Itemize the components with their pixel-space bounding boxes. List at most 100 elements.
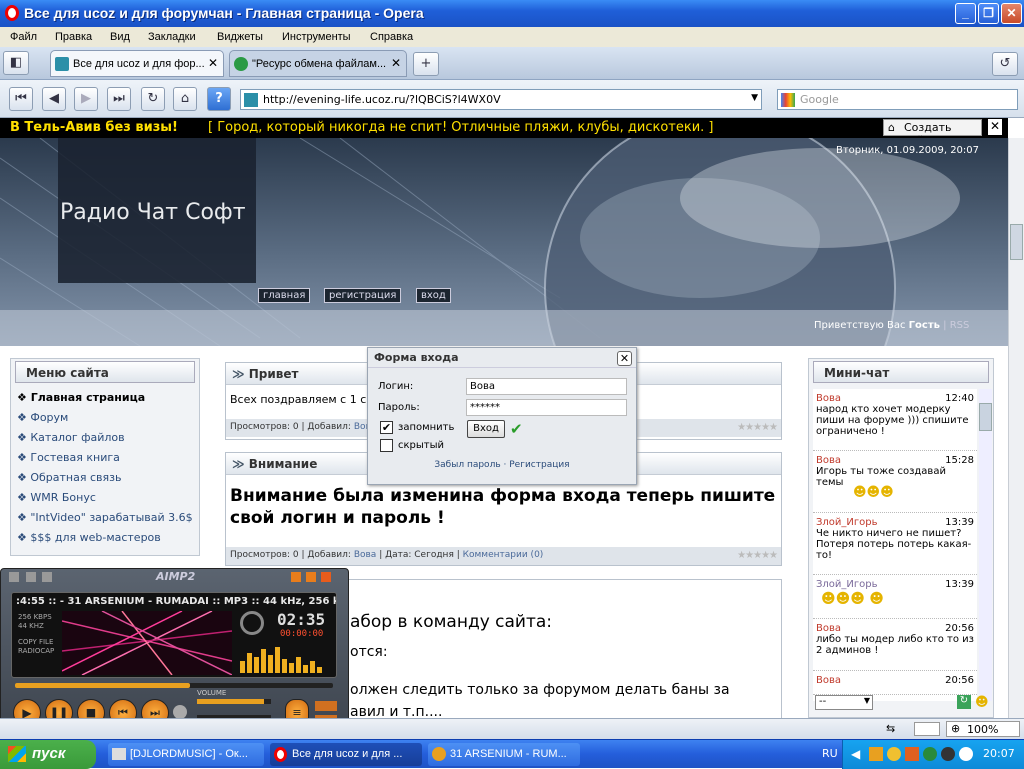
sidebar-item-files[interactable]: ❖ Каталог файлов <box>17 431 199 451</box>
stop-icon[interactable]: ■ <box>77 699 105 718</box>
forgot-password-link[interactable]: Забыл пароль <box>434 460 500 470</box>
close-icon[interactable]: ✕ <box>988 119 1002 135</box>
chevron-down-icon[interactable]: ▼ <box>751 93 758 103</box>
scroll-thumb[interactable] <box>979 403 992 431</box>
tab-close-icon[interactable]: ✕ <box>391 56 401 70</box>
tray-app-icon[interactable] <box>941 747 955 761</box>
password-input[interactable]: ****** <box>466 399 627 416</box>
playlist-icon[interactable]: ≡ <box>285 699 309 718</box>
eq-icon[interactable] <box>42 572 52 582</box>
maximize-icon[interactable] <box>306 572 316 582</box>
tray-app-icon[interactable] <box>959 747 973 761</box>
eject-icon[interactable] <box>173 705 187 718</box>
tray-app-icon[interactable] <box>905 747 919 761</box>
forward-icon[interactable]: ▶ <box>74 87 98 111</box>
ad-text[interactable]: [ Город, который никогда не спит! Отличн… <box>208 120 713 135</box>
rss-link[interactable]: RSS <box>950 320 970 331</box>
zoom-field[interactable]: ⊕ 100% <box>946 721 1020 737</box>
rewind-icon[interactable]: ⏮ <box>9 87 33 111</box>
scroll-icon[interactable]: ⇆ <box>886 722 895 735</box>
panel-toggle-icon[interactable]: ◧ <box>3 51 29 75</box>
minimize-button[interactable]: _ <box>955 3 976 24</box>
remember-checkbox[interactable]: ✔ <box>380 421 393 434</box>
nav-login[interactable]: вход <box>416 288 451 303</box>
rating-stars-icon[interactable]: ★★★★★ <box>737 422 778 433</box>
taskbar-item-mail[interactable]: [DJLORDMUSIC] - Ок... <box>108 743 264 766</box>
language-indicator[interactable]: RU <box>822 747 838 760</box>
scroll-thumb[interactable] <box>1010 224 1023 260</box>
site-logo[interactable]: Радио Чат Софт <box>58 138 256 283</box>
minichat-scrollbar[interactable] <box>979 389 992 701</box>
taskbar-item-aimp[interactable]: 31 ARSENIUM - RUM... <box>428 743 580 766</box>
smiley-icon[interactable]: ☻ <box>975 695 989 710</box>
maximize-button[interactable]: ❐ <box>978 3 999 24</box>
rating-stars-icon[interactable]: ★★★★★ <box>737 550 778 561</box>
home-icon[interactable]: ⌂ <box>173 87 197 111</box>
chat-user[interactable]: Вова <box>816 393 841 404</box>
chat-user[interactable]: Вова <box>816 455 841 466</box>
start-button[interactable]: пуск <box>0 740 96 769</box>
pause-icon[interactable]: ❚❚ <box>45 699 73 718</box>
closed-tabs-icon[interactable]: ↺ <box>992 52 1018 76</box>
close-button[interactable]: ✕ <box>1001 3 1022 24</box>
page-scrollbar[interactable] <box>1008 138 1024 718</box>
login-input[interactable]: Вова <box>466 378 627 395</box>
sidebar-item-wmr[interactable]: ❖ WMR Бонус <box>17 491 199 511</box>
tab-ucoz[interactable]: Все для ucoz и для фор... ✕ <box>50 50 224 77</box>
reload-icon[interactable]: ↻ <box>141 87 165 111</box>
sidebar-item-webmasters[interactable]: ❖ $$$ для web-мастеров <box>17 531 199 551</box>
close-icon[interactable]: ✕ <box>617 351 632 366</box>
ad-headline[interactable]: В Тель-Авив без визы! <box>10 120 178 135</box>
post-author[interactable]: Вова <box>354 550 377 560</box>
menu-view[interactable]: Вид <box>110 31 130 43</box>
fast-forward-icon[interactable]: ⏭ <box>107 87 131 111</box>
minichat-select[interactable]: -- ▼ <box>815 695 873 710</box>
menu-widgets[interactable]: Виджеты <box>217 31 263 43</box>
tab-files[interactable]: "Ресурс обмена файлам... ✕ <box>229 50 407 77</box>
play-icon[interactable]: ▶ <box>13 699 41 718</box>
menu-help[interactable]: Справка <box>370 31 413 43</box>
refresh-icon[interactable]: ↻ <box>957 695 971 709</box>
info-icon[interactable]: ? <box>207 87 231 111</box>
chat-user[interactable]: Злой_Игорь <box>816 579 878 590</box>
nav-home[interactable]: главная <box>258 288 311 303</box>
post-comments[interactable]: Комментарии (0) <box>463 550 544 560</box>
chat-user[interactable]: Злой_Игорь <box>816 517 878 528</box>
sidebar-item-home[interactable]: ❖ Главная страница <box>17 391 199 411</box>
tab-close-icon[interactable]: ✕ <box>208 56 218 70</box>
new-tab-icon[interactable]: + <box>413 52 439 76</box>
login-submit-button[interactable]: Вход <box>467 420 505 438</box>
nav-register[interactable]: регистрация <box>324 288 402 303</box>
address-field[interactable]: http://evening-life.ucoz.ru/?lQBCiS?l4WX… <box>240 89 762 110</box>
menu-tools[interactable]: Инструменты <box>282 31 351 43</box>
search-field[interactable]: Google <box>777 89 1018 110</box>
tray-arrow-icon[interactable]: ◀ <box>851 747 860 761</box>
menu-file[interactable]: Файл <box>10 31 37 43</box>
close-icon[interactable] <box>321 572 331 582</box>
aimp-seekbar[interactable] <box>15 683 333 688</box>
post-title-text[interactable]: Привет <box>249 367 299 381</box>
sidebar-item-intvideo[interactable]: ❖ "IntVideo" зарабатывай 3.6$ <box>17 511 199 531</box>
repeat-icon[interactable] <box>315 701 337 711</box>
menu-edit[interactable]: Правка <box>55 31 92 43</box>
minimize-icon[interactable] <box>291 572 301 582</box>
menu-bookmarks[interactable]: Закладки <box>148 31 196 43</box>
back-icon[interactable]: ◀ <box>42 87 66 111</box>
sidebar-item-guestbook[interactable]: ❖ Гостевая книга <box>17 451 199 471</box>
tray-app-icon[interactable] <box>869 747 883 761</box>
previous-icon[interactable]: ⏮ <box>109 699 137 718</box>
tray-app-icon[interactable] <box>923 747 937 761</box>
create-site-button[interactable]: ⌂ Создать сайт <box>883 119 982 147</box>
sidebar-item-feedback[interactable]: ❖ Обратная связь <box>17 471 199 491</box>
hidden-checkbox[interactable] <box>380 439 393 452</box>
chat-user[interactable]: Вова <box>816 623 841 634</box>
register-link[interactable]: Регистрация <box>509 460 569 470</box>
tray-app-icon[interactable] <box>887 747 901 761</box>
chat-user[interactable]: Вова <box>816 675 841 686</box>
next-icon[interactable]: ⏭ <box>141 699 169 718</box>
sidebar-item-forum[interactable]: ❖ Форум <box>17 411 199 431</box>
volume-slider[interactable] <box>197 699 271 704</box>
view-icon[interactable] <box>914 722 940 736</box>
taskbar-item-opera[interactable]: Все для ucoz и для ... <box>270 743 422 766</box>
menu-icon[interactable] <box>9 572 19 582</box>
